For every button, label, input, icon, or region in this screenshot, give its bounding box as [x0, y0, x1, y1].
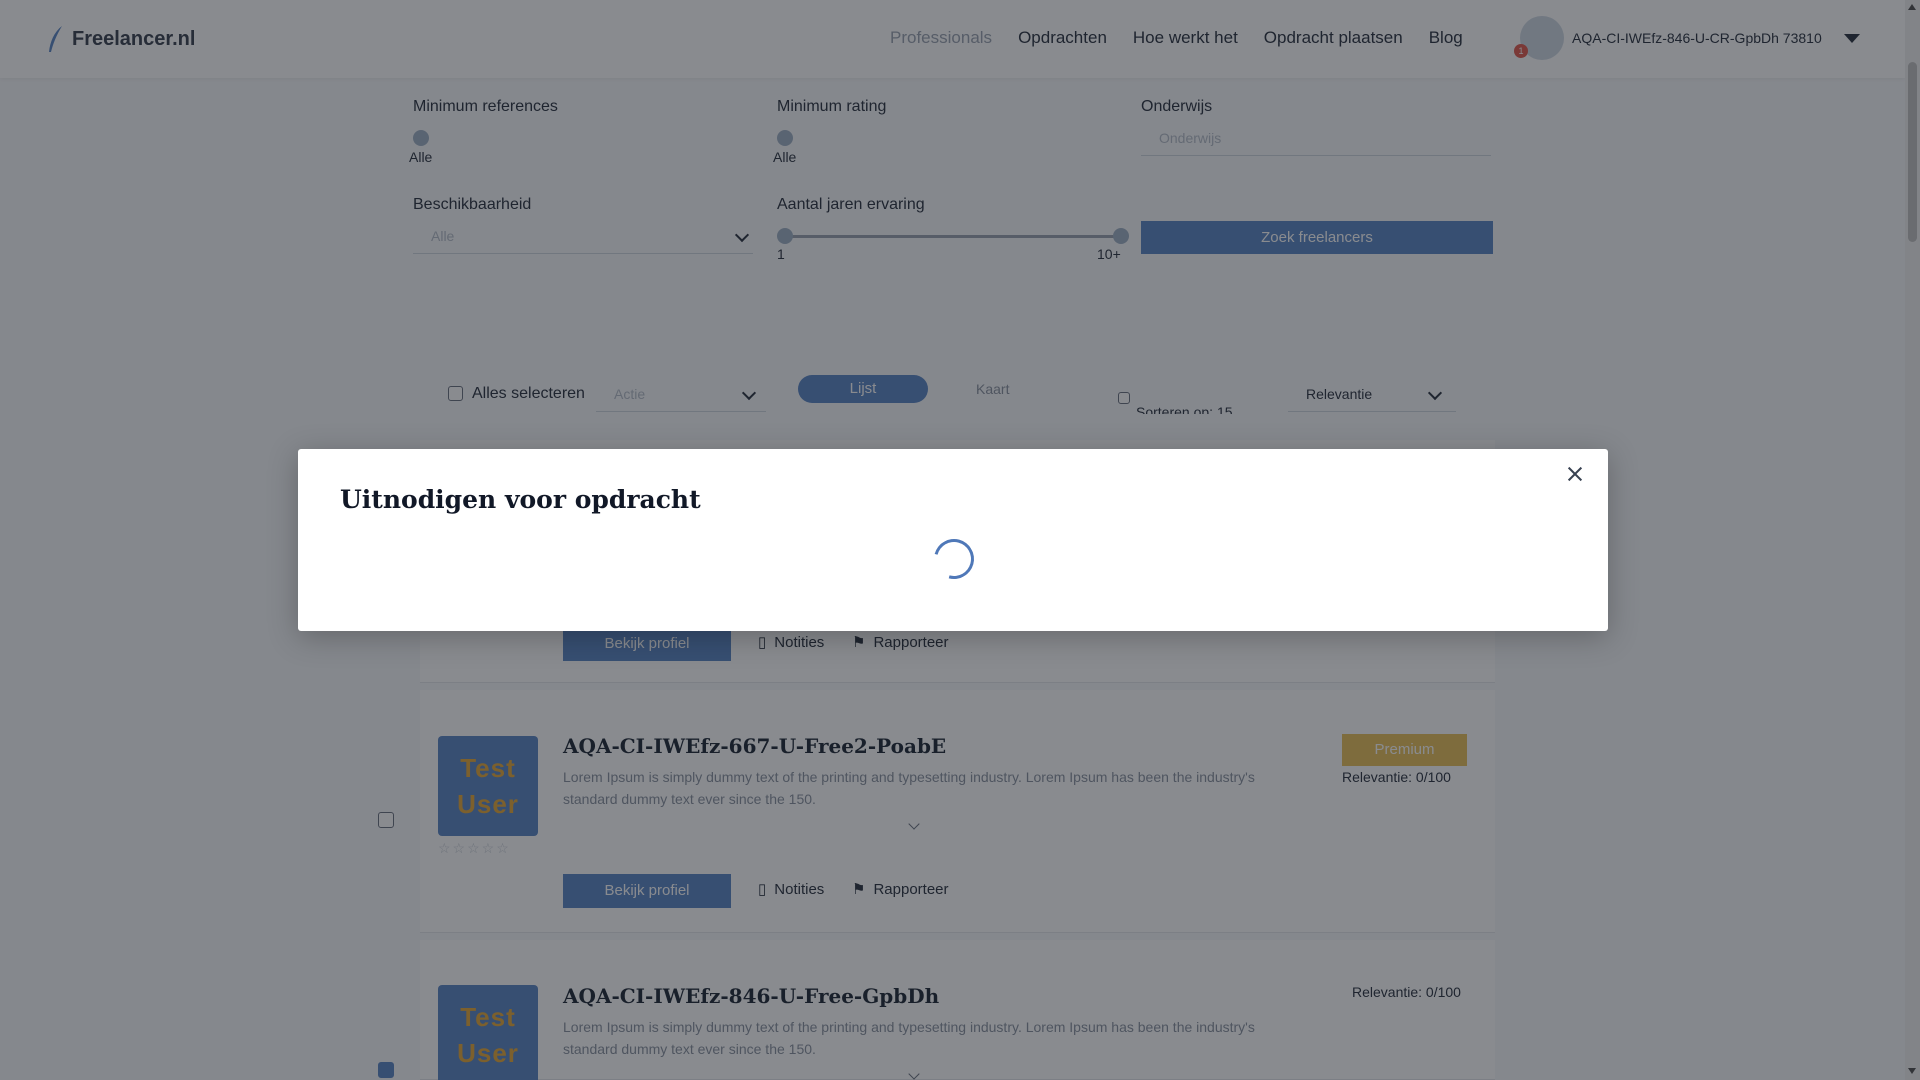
loading-spinner-icon — [926, 531, 982, 587]
modal-title: Uitnodigen voor opdracht — [340, 485, 701, 514]
close-icon[interactable] — [1562, 461, 1588, 487]
invite-modal: Uitnodigen voor opdracht — [298, 449, 1608, 631]
